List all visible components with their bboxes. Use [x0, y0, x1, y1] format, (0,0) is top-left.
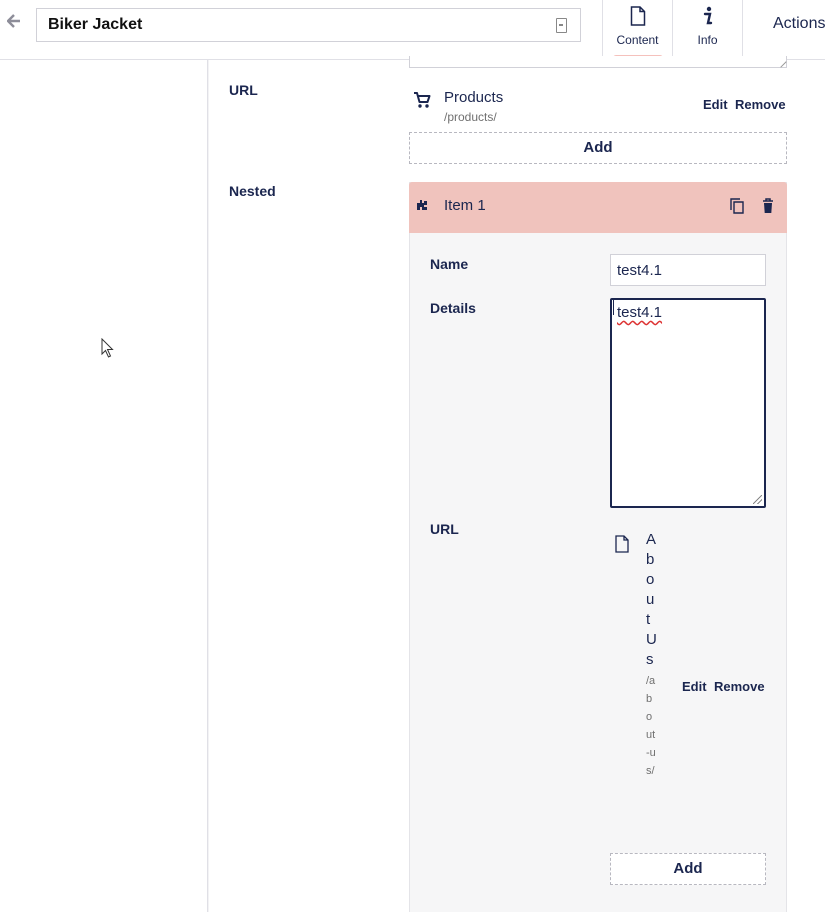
tab-content[interactable]: Content — [602, 0, 672, 59]
element-type-icon — [416, 198, 428, 214]
name-input[interactable]: test4.1 — [610, 254, 766, 286]
text-caret — [613, 300, 614, 315]
copy-icon[interactable] — [730, 198, 744, 219]
details-field-label: Details — [430, 300, 476, 316]
resize-grip-icon[interactable] — [753, 495, 762, 504]
details-textarea[interactable]: test4.1 — [610, 298, 766, 508]
tab-info[interactable]: Info — [672, 0, 742, 59]
tab-info-label: Info — [697, 33, 718, 47]
nested-url-field-label: URL — [430, 521, 459, 537]
nested-item-title: Item 1 — [444, 197, 486, 214]
remove-link-button[interactable]: Remove — [735, 97, 786, 112]
nested-url-link-item: About Us /about-us/ Edit Remove — [610, 530, 766, 860]
cart-icon — [413, 91, 431, 114]
content-editor: URL Products /products/ Edit Remove Add … — [209, 56, 825, 912]
actions-label: Actions — [773, 15, 825, 32]
remove-link-button[interactable]: Remove — [714, 679, 765, 694]
edit-link-button[interactable]: Edit — [682, 679, 707, 694]
add-nested-url-button[interactable]: Add — [610, 853, 766, 885]
add-url-button[interactable]: Add — [409, 132, 787, 164]
name-field-label: Name — [430, 256, 469, 272]
link-title: Products — [444, 89, 504, 106]
document-icon — [603, 6, 672, 31]
nested-item-header[interactable]: Item 1 — [409, 182, 787, 233]
node-name-value: Biker Jacket — [48, 16, 143, 33]
mouse-pointer-icon — [101, 337, 115, 363]
actions-menu-button[interactable]: Actions — [742, 0, 825, 59]
content-tree-panel — [0, 60, 208, 912]
info-icon — [673, 6, 742, 31]
node-name-input[interactable]: Biker Jacket — [36, 8, 581, 42]
nested-property-label: Nested — [229, 183, 276, 199]
link-path: /about-us/ — [646, 675, 656, 777]
tab-content-label: Content — [616, 33, 659, 47]
editor-header: Biker Jacket Content Info Actions — [0, 0, 825, 60]
details-textarea-value: test4.1 — [617, 304, 663, 321]
previous-textarea-bottom[interactable] — [409, 56, 787, 68]
trash-icon[interactable] — [762, 198, 774, 219]
url-property-label: URL — [229, 82, 258, 98]
url-link-item: Products /products/ Edit Remove — [409, 88, 787, 128]
name-input-value: test4.1 — [617, 262, 663, 279]
back-arrow-icon[interactable] — [6, 14, 25, 32]
link-path: /products/ — [444, 110, 497, 124]
link-title: About Us — [646, 531, 657, 668]
edit-link-button[interactable]: Edit — [703, 97, 728, 112]
lock-icon[interactable] — [556, 18, 567, 33]
document-icon — [615, 535, 629, 558]
